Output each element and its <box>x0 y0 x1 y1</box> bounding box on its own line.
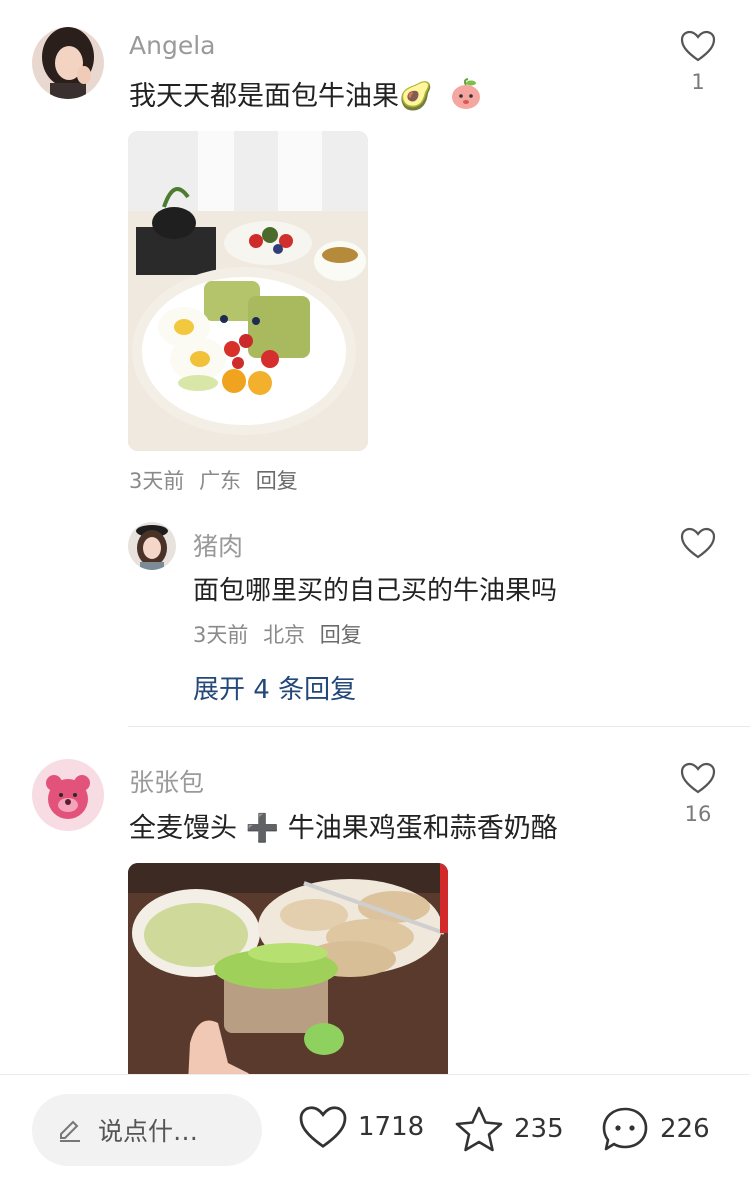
comment-input[interactable]: 说点什… <box>32 1094 262 1166</box>
divider <box>128 726 750 727</box>
comment-input-placeholder: 说点什… <box>98 1117 199 1146</box>
like-total: 1718 <box>358 1112 425 1142</box>
reply-text[interactable]: 面包哪里买的自己买的牛油果吗 <box>193 570 557 607</box>
reply-username[interactable]: 猪肉 <box>193 527 243 563</box>
like-count: 1 <box>691 70 705 94</box>
comment-meta: 3天前 广东 回复 <box>129 465 306 495</box>
reply-reply-button[interactable]: 回复 <box>320 623 362 647</box>
comment-total: 226 <box>660 1114 710 1144</box>
comment-username[interactable]: 张张包 <box>129 763 204 799</box>
avatar[interactable] <box>32 27 104 99</box>
pencil-icon <box>60 1120 80 1142</box>
comment-action[interactable]: 226 <box>600 1105 710 1153</box>
reply-time: 3天前 <box>193 623 249 647</box>
comment-text[interactable]: 我天天都是面包牛油果🥑 <box>129 74 483 113</box>
comment-image[interactable] <box>128 131 368 451</box>
like-button[interactable]: 16 <box>678 762 718 826</box>
comment-username[interactable]: Angela <box>129 31 215 60</box>
comment-text-content: 我天天都是面包牛油果🥑 <box>129 81 433 112</box>
expand-replies-link[interactable]: 展开 4 条回复 <box>193 669 356 706</box>
comment-image[interactable] <box>128 863 448 1083</box>
bottom-action-bar: 说点什… 1718 235 226 <box>0 1074 750 1182</box>
comment-item: 张张包 全麦馒头 ➕ 牛油果鸡蛋和蒜香奶酪 16 <box>0 740 750 1083</box>
avatar[interactable] <box>32 759 104 831</box>
reply-avatar[interactable] <box>128 522 176 570</box>
like-button[interactable]: 1 <box>678 30 718 94</box>
heart-outline-icon <box>680 527 716 559</box>
star-action[interactable]: 235 <box>454 1105 564 1153</box>
heart-outline-icon <box>680 30 716 62</box>
comment-time: 3天前 <box>129 469 185 493</box>
reply-button[interactable]: 回复 <box>256 469 298 493</box>
star-total: 235 <box>514 1114 564 1144</box>
star-outline-icon <box>455 1106 503 1152</box>
heart-outline-icon <box>680 762 716 794</box>
like-action[interactable]: 1718 <box>298 1105 424 1149</box>
reply-location: 北京 <box>263 623 306 647</box>
peach-emoji-icon <box>452 78 481 109</box>
reply-meta: 3天前 北京 回复 <box>193 619 370 649</box>
heart-outline-icon <box>299 1106 347 1148</box>
comment-item: Angela 我天天都是面包牛油果🥑 1 3天前 广东 回复 猪肉 面包哪里买的… <box>0 0 750 730</box>
reply-like-button[interactable] <box>678 527 718 559</box>
like-count: 16 <box>684 802 712 826</box>
comment-text[interactable]: 全麦馒头 ➕ 牛油果鸡蛋和蒜香奶酪 <box>129 806 558 845</box>
comment-location: 广东 <box>199 469 242 493</box>
chat-bubble-icon <box>602 1107 648 1151</box>
